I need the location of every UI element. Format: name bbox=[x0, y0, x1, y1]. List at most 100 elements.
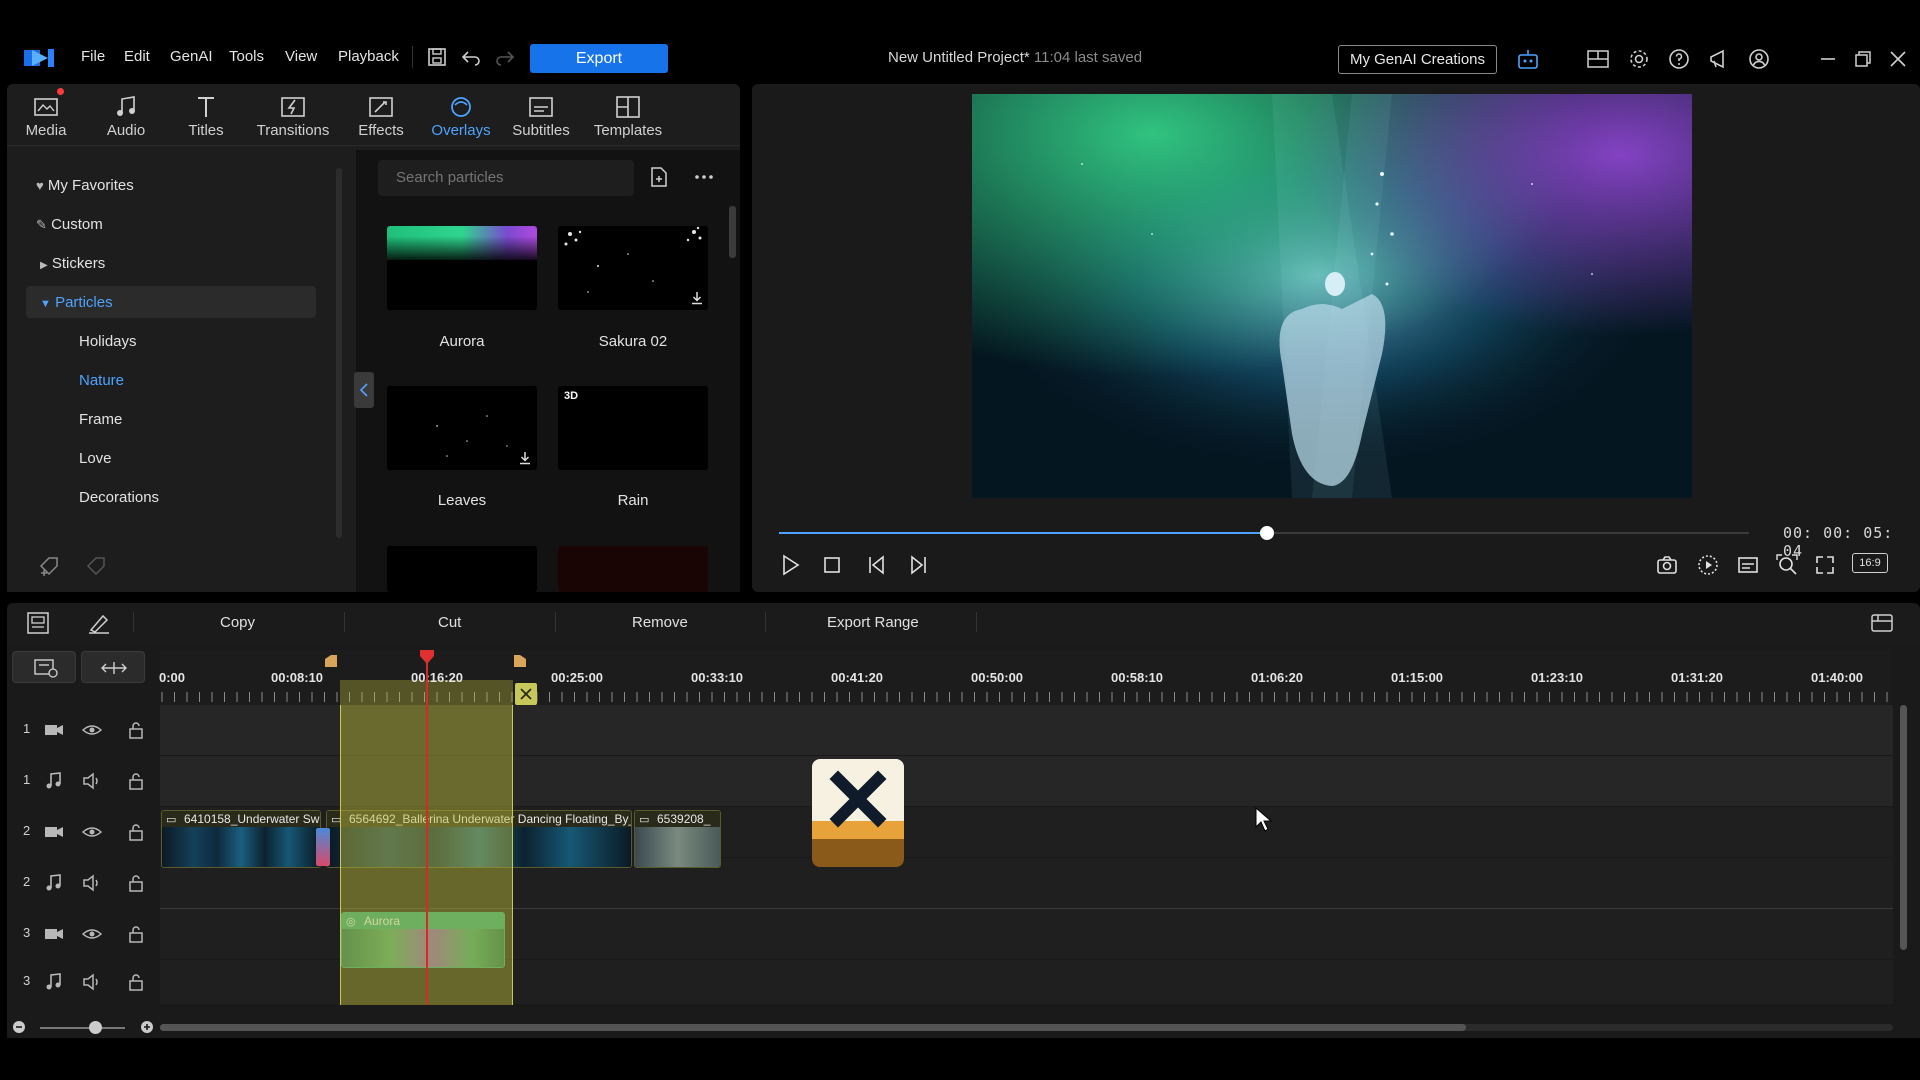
menu-file[interactable]: File bbox=[81, 48, 105, 65]
tree-item-decorations[interactable]: Decorations bbox=[79, 489, 159, 506]
tab-templates[interactable]: Templates bbox=[586, 90, 670, 146]
aspect-ratio-button[interactable]: 16:9 bbox=[1852, 553, 1888, 573]
minimize-icon[interactable] bbox=[1816, 47, 1840, 71]
eye-icon[interactable] bbox=[81, 719, 103, 741]
tree-item-frame[interactable]: Frame bbox=[79, 411, 122, 428]
tree-item-custom[interactable]: ✎ Custom bbox=[36, 216, 103, 233]
particle-thumb-partial[interactable] bbox=[387, 546, 537, 592]
close-icon[interactable] bbox=[1886, 47, 1910, 71]
zoom-in-icon[interactable] bbox=[140, 1020, 154, 1034]
zoom-out-icon[interactable] bbox=[12, 1020, 26, 1034]
lock-icon[interactable] bbox=[125, 770, 147, 792]
playhead-line[interactable] bbox=[426, 660, 428, 1005]
particle-thumb-sakura-02[interactable] bbox=[558, 226, 708, 310]
tab-overlays[interactable]: Overlays bbox=[419, 90, 503, 146]
particle-thumb-rain[interactable] bbox=[558, 386, 708, 470]
zoom-slider[interactable] bbox=[40, 1027, 125, 1029]
edit-pen-icon[interactable] bbox=[86, 611, 112, 635]
lock-icon[interactable] bbox=[125, 971, 147, 993]
snapshot-icon[interactable] bbox=[1655, 553, 1679, 577]
account-icon[interactable] bbox=[1747, 47, 1771, 71]
tab-effects[interactable]: Effects bbox=[339, 90, 423, 146]
save-icon[interactable] bbox=[426, 47, 448, 67]
menu-playback[interactable]: Playback bbox=[338, 48, 399, 65]
speaker-icon[interactable] bbox=[81, 770, 103, 792]
redo-icon[interactable] bbox=[494, 47, 516, 67]
range-end-marker[interactable] bbox=[512, 655, 528, 667]
next-frame-icon[interactable] bbox=[906, 553, 930, 577]
copy-button[interactable]: Copy bbox=[220, 614, 255, 631]
export-range-button[interactable]: Export Range bbox=[827, 614, 919, 631]
play-icon[interactable] bbox=[778, 553, 802, 577]
menu-tools[interactable]: Tools bbox=[229, 48, 264, 65]
lock-icon[interactable] bbox=[125, 872, 147, 894]
eye-icon[interactable] bbox=[81, 923, 103, 945]
tab-media[interactable]: Media bbox=[4, 90, 88, 146]
gear-icon[interactable] bbox=[1627, 47, 1651, 71]
stop-icon[interactable] bbox=[820, 553, 844, 577]
playback-slider-knob[interactable] bbox=[1260, 526, 1274, 540]
particle-thumb-leaves[interactable] bbox=[387, 386, 537, 470]
video-preview[interactable] bbox=[972, 94, 1692, 498]
remove-tag-icon[interactable] bbox=[84, 553, 110, 579]
tree-item-stickers[interactable]: ▶ Stickers bbox=[40, 255, 105, 272]
video-clip[interactable]: ▭ 6539208_ bbox=[634, 810, 721, 868]
fit-timeline-button[interactable] bbox=[81, 651, 145, 683]
import-icon[interactable] bbox=[647, 165, 671, 189]
tree-item-nature[interactable]: Nature bbox=[79, 372, 124, 389]
lock-icon[interactable] bbox=[125, 821, 147, 843]
eye-icon[interactable] bbox=[81, 821, 103, 843]
app-logo[interactable] bbox=[22, 46, 58, 70]
collapse-tree-button[interactable] bbox=[354, 372, 374, 408]
download-icon[interactable] bbox=[518, 451, 532, 465]
fullscreen-icon[interactable] bbox=[1813, 553, 1837, 577]
storyboard-icon[interactable] bbox=[25, 611, 51, 635]
speaker-icon[interactable] bbox=[81, 872, 103, 894]
menu-genai[interactable]: GenAI bbox=[170, 48, 213, 65]
tab-titles[interactable]: Titles bbox=[164, 90, 248, 146]
timeline-horizontal-scroll-thumb[interactable] bbox=[160, 1024, 1466, 1031]
download-icon[interactable] bbox=[690, 291, 704, 305]
zoom-preview-icon[interactable] bbox=[1775, 553, 1799, 577]
timeline-settings-icon[interactable] bbox=[1869, 611, 1895, 635]
cut-button[interactable]: Cut bbox=[438, 614, 461, 631]
tree-item-holidays[interactable]: Holidays bbox=[79, 333, 137, 350]
lock-icon[interactable] bbox=[125, 719, 147, 741]
speaker-icon[interactable] bbox=[81, 971, 103, 993]
previous-frame-icon[interactable] bbox=[865, 553, 889, 577]
remove-button[interactable]: Remove bbox=[632, 614, 688, 631]
help-icon[interactable] bbox=[1667, 47, 1691, 71]
range-start-marker[interactable] bbox=[323, 655, 339, 667]
grid-scrollbar[interactable] bbox=[729, 206, 736, 258]
tree-item-particles[interactable]: ▼ Particles bbox=[40, 294, 113, 311]
undo-icon[interactable] bbox=[460, 47, 482, 67]
tree-item-love[interactable]: Love bbox=[79, 450, 112, 467]
tab-transitions[interactable]: Transitions bbox=[251, 90, 335, 146]
close-range-icon[interactable] bbox=[515, 683, 537, 705]
particle-thumb-aurora[interactable] bbox=[387, 226, 537, 310]
transition-marker[interactable] bbox=[316, 828, 330, 866]
notification-icon[interactable] bbox=[1707, 47, 1731, 71]
restore-icon[interactable] bbox=[1851, 47, 1875, 71]
tree-item-my-favorites[interactable]: ♥ My Favorites bbox=[36, 177, 134, 194]
ai-assistant-icon[interactable] bbox=[1516, 47, 1540, 71]
playhead-handle[interactable] bbox=[419, 650, 435, 664]
track-manager-button[interactable] bbox=[12, 651, 76, 683]
layout-icon[interactable] bbox=[1586, 47, 1610, 71]
subtitle-toggle-icon[interactable] bbox=[1736, 553, 1760, 577]
lock-icon[interactable] bbox=[125, 923, 147, 945]
timeline-vertical-scrollbar[interactable] bbox=[1900, 705, 1907, 950]
menu-edit[interactable]: Edit bbox=[124, 48, 150, 65]
export-button[interactable]: Export bbox=[530, 44, 668, 73]
tab-audio[interactable]: Audio bbox=[84, 90, 168, 146]
preview-quality-icon[interactable] bbox=[1696, 553, 1720, 577]
particle-thumb-partial[interactable] bbox=[558, 546, 708, 592]
more-options-icon[interactable] bbox=[692, 165, 716, 189]
search-particles-input[interactable] bbox=[378, 160, 634, 196]
my-genai-creations-button[interactable]: My GenAI Creations bbox=[1338, 45, 1497, 74]
zoom-slider-knob[interactable] bbox=[89, 1021, 102, 1034]
add-tag-icon[interactable] bbox=[37, 553, 63, 579]
tab-subtitles[interactable]: Subtitles bbox=[499, 90, 583, 146]
menu-view[interactable]: View bbox=[285, 48, 317, 65]
tree-scrollbar[interactable] bbox=[336, 168, 342, 538]
